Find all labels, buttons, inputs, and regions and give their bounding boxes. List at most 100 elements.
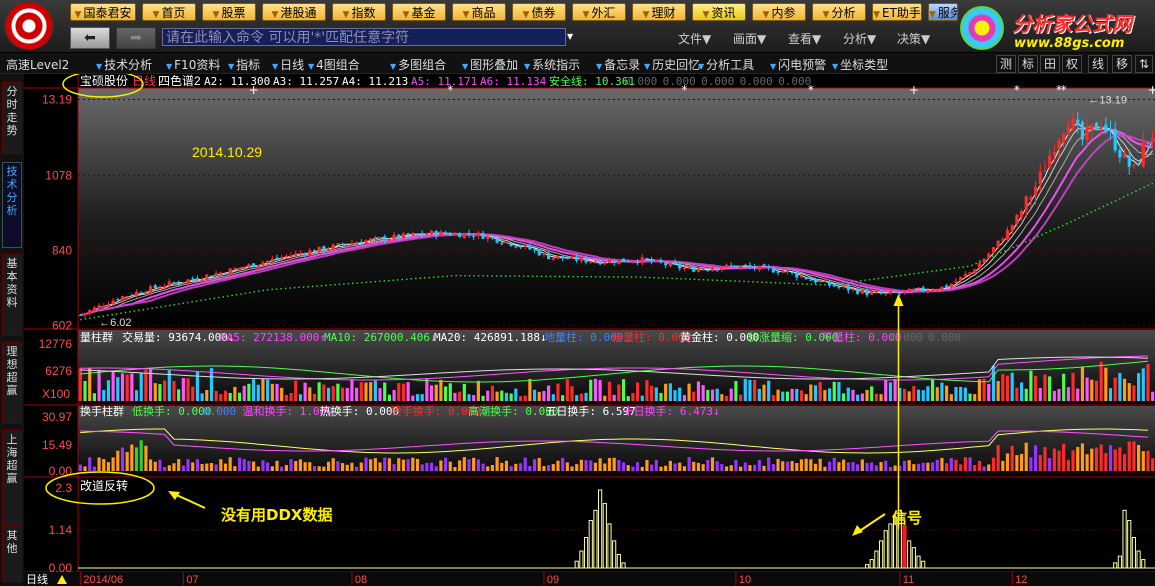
nav-button-0[interactable]: ▼ 国泰君安	[70, 3, 136, 21]
volume-bar	[556, 383, 560, 401]
turnover-bar	[870, 462, 874, 471]
candle-body	[870, 291, 874, 295]
candle-body	[1137, 163, 1141, 166]
turnover-bar	[359, 462, 363, 471]
volume-bar	[458, 391, 462, 401]
turnover-bar	[532, 459, 537, 471]
view-toggle-6[interactable]: ⇅	[1135, 55, 1154, 73]
volume-bar	[748, 379, 752, 401]
toolbar-item-5[interactable]: ▼ 4图组合	[308, 56, 360, 73]
toolbar-item-2[interactable]: ▼ F10资料	[166, 56, 220, 73]
toolbar-item-1[interactable]: ▼ 技术分析	[96, 56, 152, 73]
view-toggle-5[interactable]: 移	[1112, 55, 1133, 73]
menu-item-1[interactable]: 画面▼	[733, 30, 766, 47]
turnover-bar	[237, 457, 242, 471]
command-input[interactable]: 请在此输入命令 可以用'*'匹配任意字符	[162, 28, 566, 46]
back-button[interactable]: ⬅	[70, 27, 110, 49]
turnover-bar	[1122, 454, 1127, 471]
volume-bar	[959, 386, 963, 401]
nav-button-10[interactable]: ▼ 资讯	[692, 3, 746, 21]
toolbar-chevron-icon: ▼	[390, 62, 397, 71]
toolbar-item-10[interactable]: ▼ 历史回忆	[644, 56, 700, 73]
turnover-bar	[654, 459, 658, 471]
toolbar-item-0[interactable]: 高速Level2	[6, 56, 69, 73]
turnover-bar	[598, 458, 602, 471]
forward-button[interactable]: ➡	[116, 27, 156, 49]
turnover-bar	[795, 463, 799, 471]
toolbar-item-13[interactable]: ▼ 坐标类型	[832, 56, 888, 73]
candle-body	[434, 231, 438, 236]
menu-item-0[interactable]: 文件▼	[678, 30, 711, 47]
nav-button-5[interactable]: ▼ 基金	[392, 3, 446, 21]
volume-bar	[921, 390, 925, 401]
toolbar-item-9[interactable]: ▼ 备忘录	[596, 56, 640, 73]
nav-button-8[interactable]: ▼ 外汇	[572, 3, 626, 21]
nav-button-6[interactable]: ▼ 商品	[452, 3, 506, 21]
volume-bar	[701, 385, 705, 401]
volume-bar	[710, 389, 715, 401]
turnover-bar	[818, 458, 822, 471]
view-toggle-2[interactable]: 田	[1040, 55, 1061, 73]
view-toggle-3[interactable]: 权	[1062, 55, 1083, 73]
command-dropdown-icon[interactable]: ▼	[567, 28, 577, 46]
toolbar-item-4[interactable]: ▼ 日线	[272, 56, 304, 73]
menu-item-4[interactable]: 决策▼	[897, 30, 930, 47]
nav-button-3[interactable]: ▼ 港股通	[262, 3, 326, 21]
toolbar-item-6[interactable]: ▼ 多图组合	[390, 56, 446, 73]
toolbar-item-3[interactable]: ▼ 指标	[228, 56, 260, 73]
candle-body	[411, 233, 415, 235]
nav-button-7[interactable]: ▼ 债券	[512, 3, 566, 21]
candle-body	[266, 260, 270, 263]
nav-button-14[interactable]: ▼服务	[928, 3, 958, 21]
nav-button-12[interactable]: ▼ 分析	[812, 3, 866, 21]
view-toggle-1[interactable]: 标	[1018, 55, 1039, 73]
menu-item-2[interactable]: 查看▼	[788, 30, 821, 47]
nav-button-11[interactable]: ▼ 内参	[752, 3, 806, 21]
toolbar-item-8[interactable]: ▼ 系统指示	[524, 56, 580, 73]
candle-body	[252, 263, 256, 267]
nav-button-2[interactable]: ▼ 股票	[202, 3, 256, 21]
volume-bar	[1052, 390, 1056, 401]
turnover-bar	[781, 461, 785, 471]
candle-body	[284, 255, 288, 257]
volume-bar	[1132, 385, 1136, 401]
turnover-bar	[472, 457, 476, 471]
toolbar-item-7[interactable]: ▼ 图形叠加	[462, 56, 518, 73]
volume-bar	[631, 393, 635, 401]
toolbar-chevron-icon: ▼	[596, 62, 603, 71]
turnover-bar	[954, 459, 958, 471]
turnover-bar	[242, 459, 246, 471]
nav-button-9[interactable]: ▼ 理财	[632, 3, 686, 21]
candle-body	[785, 270, 790, 272]
nav-button-1[interactable]: ▼ 首页	[142, 3, 196, 21]
turnover-bar	[88, 457, 92, 471]
signal-panel-title: 改道反转	[80, 478, 128, 493]
volume-bar	[495, 391, 499, 401]
turnover-bar	[612, 457, 616, 471]
volume-bar	[490, 385, 495, 401]
volume-bar	[308, 387, 312, 401]
toolbar-label: 备忘录	[604, 58, 641, 72]
volume-bar	[528, 378, 532, 401]
nav-button-4[interactable]: ▼ 指数	[332, 3, 386, 21]
candle-body	[570, 256, 574, 259]
nav-label: 基金	[411, 6, 436, 20]
toolbar-item-11[interactable]: ▼ 分析工具	[698, 56, 754, 73]
candle-body	[406, 233, 410, 236]
volume-bar	[280, 387, 284, 401]
volume-bar	[729, 388, 733, 401]
turnover-bar	[1113, 449, 1117, 471]
view-toggle-4[interactable]: 线	[1088, 55, 1109, 73]
menu-item-3[interactable]: 分析▼	[843, 30, 876, 47]
view-toggle-0[interactable]: 测	[996, 55, 1017, 73]
status-period[interactable]: 日线	[26, 572, 48, 586]
turnover-bar	[1010, 445, 1014, 471]
toolbar-item-12[interactable]: ▼ 闪电预警	[770, 56, 826, 73]
volume-bar	[584, 392, 588, 401]
volume-bar	[326, 387, 331, 401]
volume-bar	[767, 380, 771, 401]
turnover-bar	[1052, 448, 1056, 471]
volume-y-tick: 12776	[39, 337, 73, 351]
nav-button-13[interactable]: ▼ ET助手	[872, 3, 922, 21]
volume-bar	[242, 385, 246, 401]
